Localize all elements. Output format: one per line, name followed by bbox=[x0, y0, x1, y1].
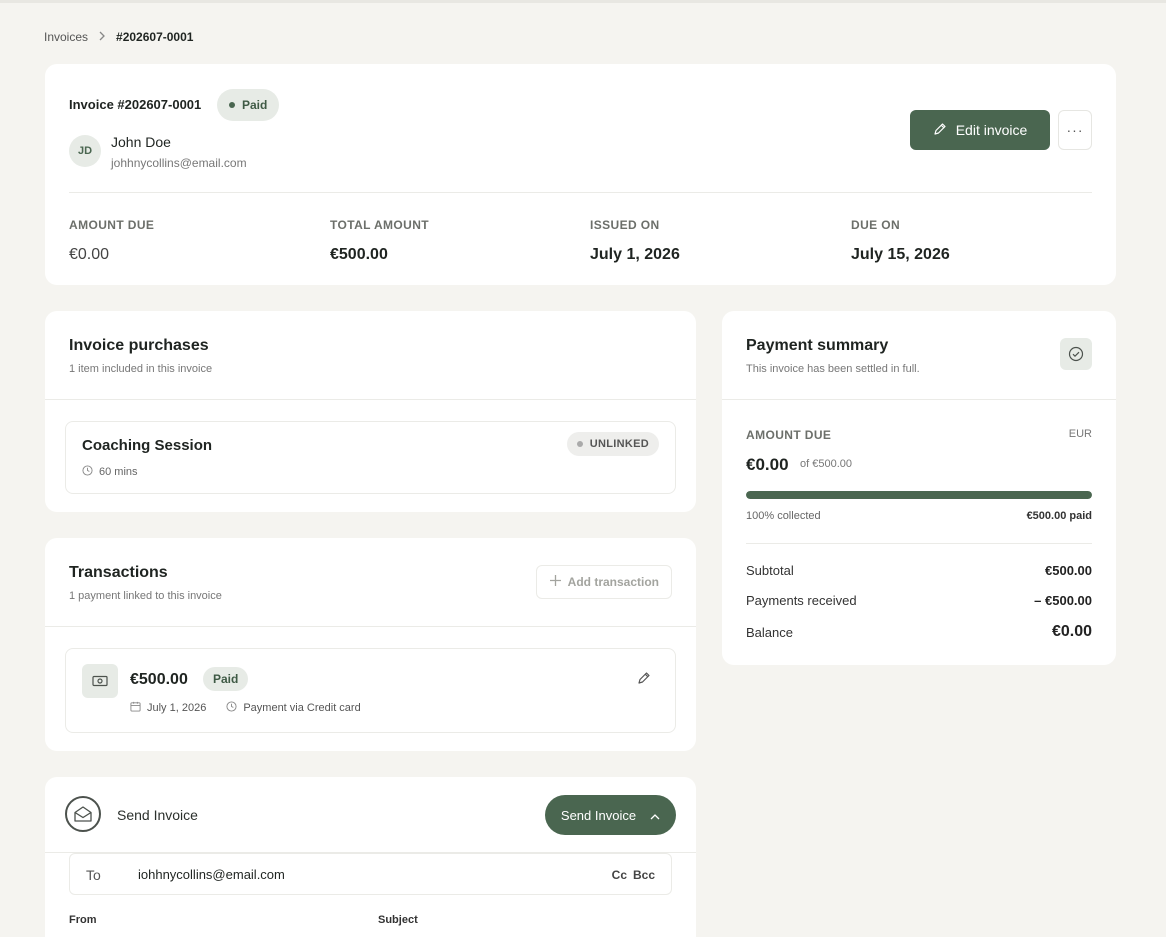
section-subtitle: 1 payment linked to this invoice bbox=[69, 590, 222, 602]
add-transaction-label: Add transaction bbox=[567, 575, 659, 589]
stat-value: €500.00 bbox=[330, 246, 388, 263]
subtotal-label: Subtotal bbox=[746, 563, 794, 578]
edit-invoice-label: Edit invoice bbox=[955, 122, 1028, 138]
stat-label: DUE ON bbox=[851, 218, 901, 232]
customer-email: johhnycollins@email.com bbox=[111, 156, 247, 170]
add-transaction-button[interactable]: Add transaction bbox=[535, 565, 672, 599]
clock-icon bbox=[226, 701, 237, 715]
invoice-purchases-card: Invoice purchases 1 item included in thi… bbox=[45, 311, 696, 512]
stat-value: July 15, 2026 bbox=[851, 246, 950, 263]
summary-of-total: of €500.00 bbox=[800, 458, 852, 470]
collection-progress-bar bbox=[746, 491, 1092, 499]
item-name: Coaching Session bbox=[82, 437, 213, 454]
status-dot-icon bbox=[576, 441, 583, 447]
stat-amount-due: AMOUNT DUE €0.00 bbox=[69, 218, 154, 264]
status-badge: Paid bbox=[217, 89, 280, 121]
open-envelope-icon bbox=[65, 796, 101, 832]
pencil-icon bbox=[933, 122, 947, 139]
stat-label: AMOUNT DUE bbox=[69, 218, 155, 232]
stat-total-amount: TOTAL AMOUNT €500.00 bbox=[330, 218, 429, 264]
send-invoice-card: Send Invoice Send Invoice To iohhnycolli… bbox=[45, 777, 696, 937]
breadcrumb-current: #202607-0001 bbox=[116, 30, 194, 44]
summary-amount: €0.00 bbox=[746, 455, 789, 474]
section-title: Payment summary bbox=[746, 337, 889, 354]
invoice-header-card: Invoice #202607-0001 Paid JD John Doe jo… bbox=[45, 64, 1116, 285]
list-item[interactable]: Coaching Session 60 mins UNLINKED bbox=[65, 421, 676, 494]
plus-icon bbox=[549, 574, 562, 590]
subject-label: Subject bbox=[378, 914, 418, 926]
transaction-date: July 1, 2026 bbox=[147, 702, 207, 714]
more-options-button[interactable]: ··· bbox=[1058, 110, 1092, 150]
section-title: Invoice purchases bbox=[69, 337, 209, 354]
transaction-amount: €500.00 bbox=[130, 671, 188, 688]
check-circle-icon bbox=[1060, 338, 1092, 370]
paid-label: €500.00 paid bbox=[1026, 510, 1092, 522]
section-subtitle: 1 item included in this invoice bbox=[69, 363, 213, 375]
avatar: JD bbox=[69, 135, 101, 167]
from-label: From bbox=[69, 914, 97, 926]
transaction-method: Payment via Credit card bbox=[243, 702, 361, 714]
status-badge-label: Paid bbox=[242, 98, 268, 112]
section-subtitle: This invoice has been settled in full. bbox=[746, 363, 920, 375]
summary-currency: EUR bbox=[1068, 428, 1092, 440]
bcc-button[interactable]: Bcc bbox=[633, 868, 655, 882]
chevron-up-icon bbox=[650, 808, 660, 823]
subtotal-value: €500.00 bbox=[1045, 563, 1092, 578]
breadcrumb-invoices-link[interactable]: Invoices bbox=[44, 30, 88, 44]
send-invoice-title: Send Invoice bbox=[117, 807, 198, 823]
cash-icon bbox=[82, 664, 118, 698]
item-duration: 60 mins bbox=[99, 466, 138, 478]
to-field[interactable]: To iohhnycollins@email.com Cc Bcc bbox=[69, 853, 672, 895]
collection-progress-fill bbox=[746, 491, 1092, 499]
divider bbox=[722, 399, 1116, 400]
item-meta: 60 mins bbox=[82, 465, 138, 479]
send-invoice-button-label: Send Invoice bbox=[560, 807, 637, 823]
transaction-status-badge: Paid bbox=[203, 667, 249, 691]
divider bbox=[45, 399, 696, 400]
stat-due-on: DUE ON July 15, 2026 bbox=[851, 218, 950, 264]
breadcrumb: Invoices #202607-0001 bbox=[44, 30, 193, 44]
collected-label: 100% collected bbox=[746, 510, 821, 522]
transaction-row[interactable]: €500.00 Paid July 1, 2026 Payment via Cr… bbox=[65, 648, 676, 733]
to-label: To bbox=[86, 867, 101, 883]
cc-button[interactable]: Cc bbox=[612, 868, 627, 882]
transaction-meta: July 1, 2026 Payment via Credit card bbox=[130, 701, 361, 715]
stat-label: TOTAL AMOUNT bbox=[330, 218, 430, 232]
section-title: Transactions bbox=[69, 564, 168, 581]
stat-value: July 1, 2026 bbox=[590, 246, 680, 263]
divider bbox=[69, 192, 1092, 193]
balance-value: €0.00 bbox=[1051, 623, 1092, 640]
chevron-right-icon bbox=[98, 30, 106, 44]
unlinked-badge: UNLINKED bbox=[566, 432, 659, 456]
status-dot-icon bbox=[229, 102, 235, 108]
divider bbox=[746, 543, 1092, 544]
edit-invoice-button[interactable]: Edit invoice bbox=[910, 110, 1050, 150]
payments-received-value: – €500.00 bbox=[1034, 593, 1092, 608]
clock-icon bbox=[82, 465, 93, 479]
balance-label: Balance bbox=[746, 625, 793, 640]
customer-name: John Doe bbox=[111, 134, 171, 150]
transactions-card: Transactions 1 payment linked to this in… bbox=[45, 538, 696, 751]
to-input-value[interactable]: iohhnycollins@email.com bbox=[138, 867, 285, 882]
unlinked-badge-label: UNLINKED bbox=[589, 438, 649, 450]
invoice-title: Invoice #202607-0001 bbox=[69, 97, 202, 112]
payments-received-label: Payments received bbox=[746, 593, 857, 608]
calendar-icon bbox=[130, 701, 141, 715]
send-invoice-button[interactable]: Send Invoice bbox=[545, 795, 676, 835]
payment-summary-card: Payment summary This invoice has been se… bbox=[722, 311, 1116, 665]
edit-transaction-pencil-icon[interactable] bbox=[637, 671, 651, 690]
stat-label: ISSUED ON bbox=[590, 218, 660, 232]
stat-value: €0.00 bbox=[69, 246, 110, 263]
stat-issued-on: ISSUED ON July 1, 2026 bbox=[590, 218, 680, 264]
summary-amount-label: AMOUNT DUE bbox=[746, 428, 832, 442]
divider bbox=[45, 626, 696, 627]
